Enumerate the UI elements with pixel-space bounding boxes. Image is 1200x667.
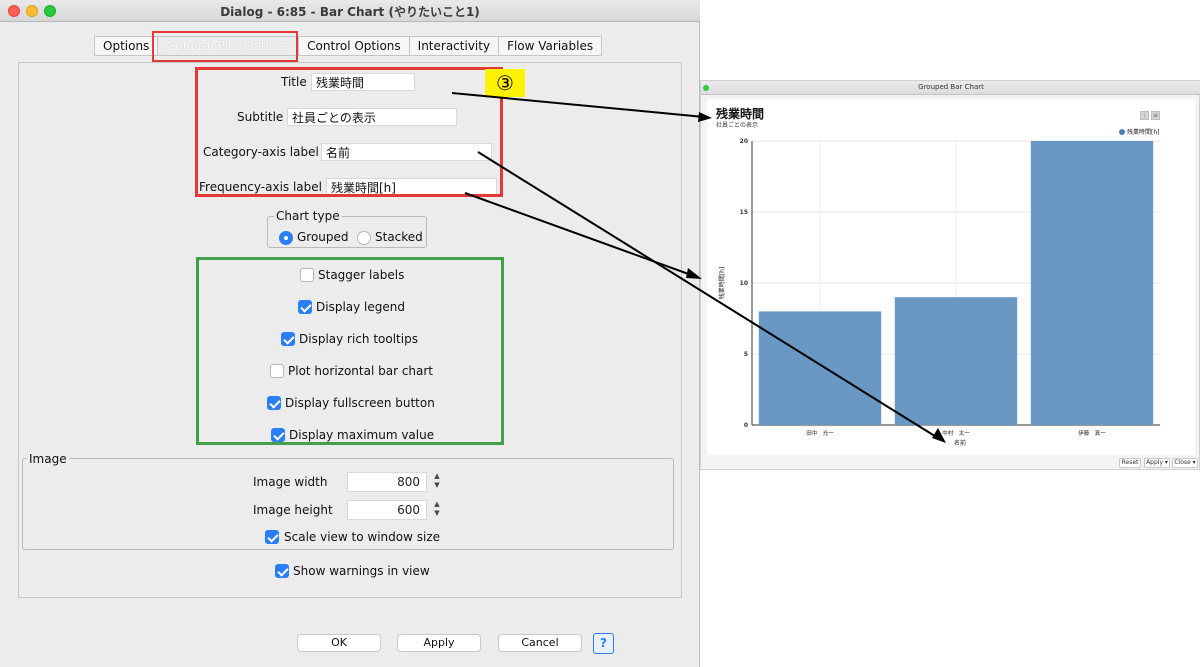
horizontal-bar-label: Plot horizontal bar chart [288,364,434,378]
dialog-window: Dialog - 6:85 - Bar Chart (やりたいこと1) Opti… [0,0,700,667]
chart-window-title: Grouped Bar Chart [918,83,984,91]
dialog-title: Dialog - 6:85 - Bar Chart (やりたいこと1) [220,5,480,19]
scale-view-checkbox[interactable] [265,530,279,544]
stacked-label: Stacked [375,230,423,244]
fullscreen-icon[interactable]: ≡ [1151,111,1160,120]
maximum-value-checkbox[interactable] [271,428,285,442]
image-width-stepper[interactable]: ▲ ▼ [432,472,442,492]
chart-footer: Reset Apply ▾ Close ▾ [701,455,1200,471]
grouped-label: Grouped [297,230,349,244]
chart-reset-button[interactable]: Reset [1119,458,1141,468]
stagger-labels-label: Stagger labels [318,268,405,282]
apply-button[interactable]: Apply [397,634,481,652]
image-width-input[interactable]: 800 [347,472,427,492]
image-height-stepper[interactable]: ▲ ▼ [432,500,442,520]
grouped-radio[interactable] [279,231,293,245]
stagger-labels-checkbox[interactable] [300,268,314,282]
display-legend-label: Display legend [316,300,405,314]
chart-toolbar: ⋮ ≡ [1140,111,1160,120]
rich-tooltips-checkbox[interactable] [281,332,295,346]
image-height-input[interactable]: 600 [347,500,427,520]
help-icon[interactable]: ? [593,633,614,654]
stacked-radio[interactable] [357,231,371,245]
image-legend: Image [27,452,69,466]
scale-view-label: Scale view to window size [284,530,441,544]
chart-close-button[interactable]: Close ▾ [1172,458,1198,468]
labels-highlight-box [195,67,503,197]
horizontal-bar-checkbox[interactable] [270,364,284,378]
chart-area: ⋮ ≡ [707,99,1195,455]
display-legend-checkbox[interactable] [298,300,312,314]
settings-icon[interactable]: ⋮ [1140,111,1149,120]
ok-button[interactable]: OK [297,634,381,652]
step-badge: ③ [485,69,525,97]
tab-interactivity[interactable]: Interactivity [408,36,499,56]
show-warnings-checkbox[interactable] [275,564,289,578]
fullscreen-button-checkbox[interactable] [267,396,281,410]
display-options-highlight-box [196,257,504,445]
fullscreen-button-label: Display fullscreen button [285,396,435,410]
chart-type-legend: Chart type [274,209,342,223]
chart-window: Grouped Bar Chart ⋮ ≡ Reset Apply ▾ Clos… [700,80,1200,470]
dialog-titlebar: Dialog - 6:85 - Bar Chart (やりたいこと1) [0,0,700,22]
tab-control-options[interactable]: Control Options [298,36,409,56]
cancel-button[interactable]: Cancel [498,634,582,652]
image-width-label: Image width [253,475,328,489]
rich-tooltips-label: Display rich tooltips [299,332,418,346]
chart-apply-button[interactable]: Apply ▾ [1144,458,1170,468]
chart-titlebar: Grouped Bar Chart [701,81,1200,95]
maximum-value-label: Display maximum value [289,428,435,442]
tab-flow-variables[interactable]: Flow Variables [498,36,603,56]
tab-highlight-box [152,31,298,62]
tab-options[interactable]: Options [94,36,158,56]
show-warnings-label: Show warnings in view [293,564,430,578]
image-height-label: Image height [253,503,333,517]
